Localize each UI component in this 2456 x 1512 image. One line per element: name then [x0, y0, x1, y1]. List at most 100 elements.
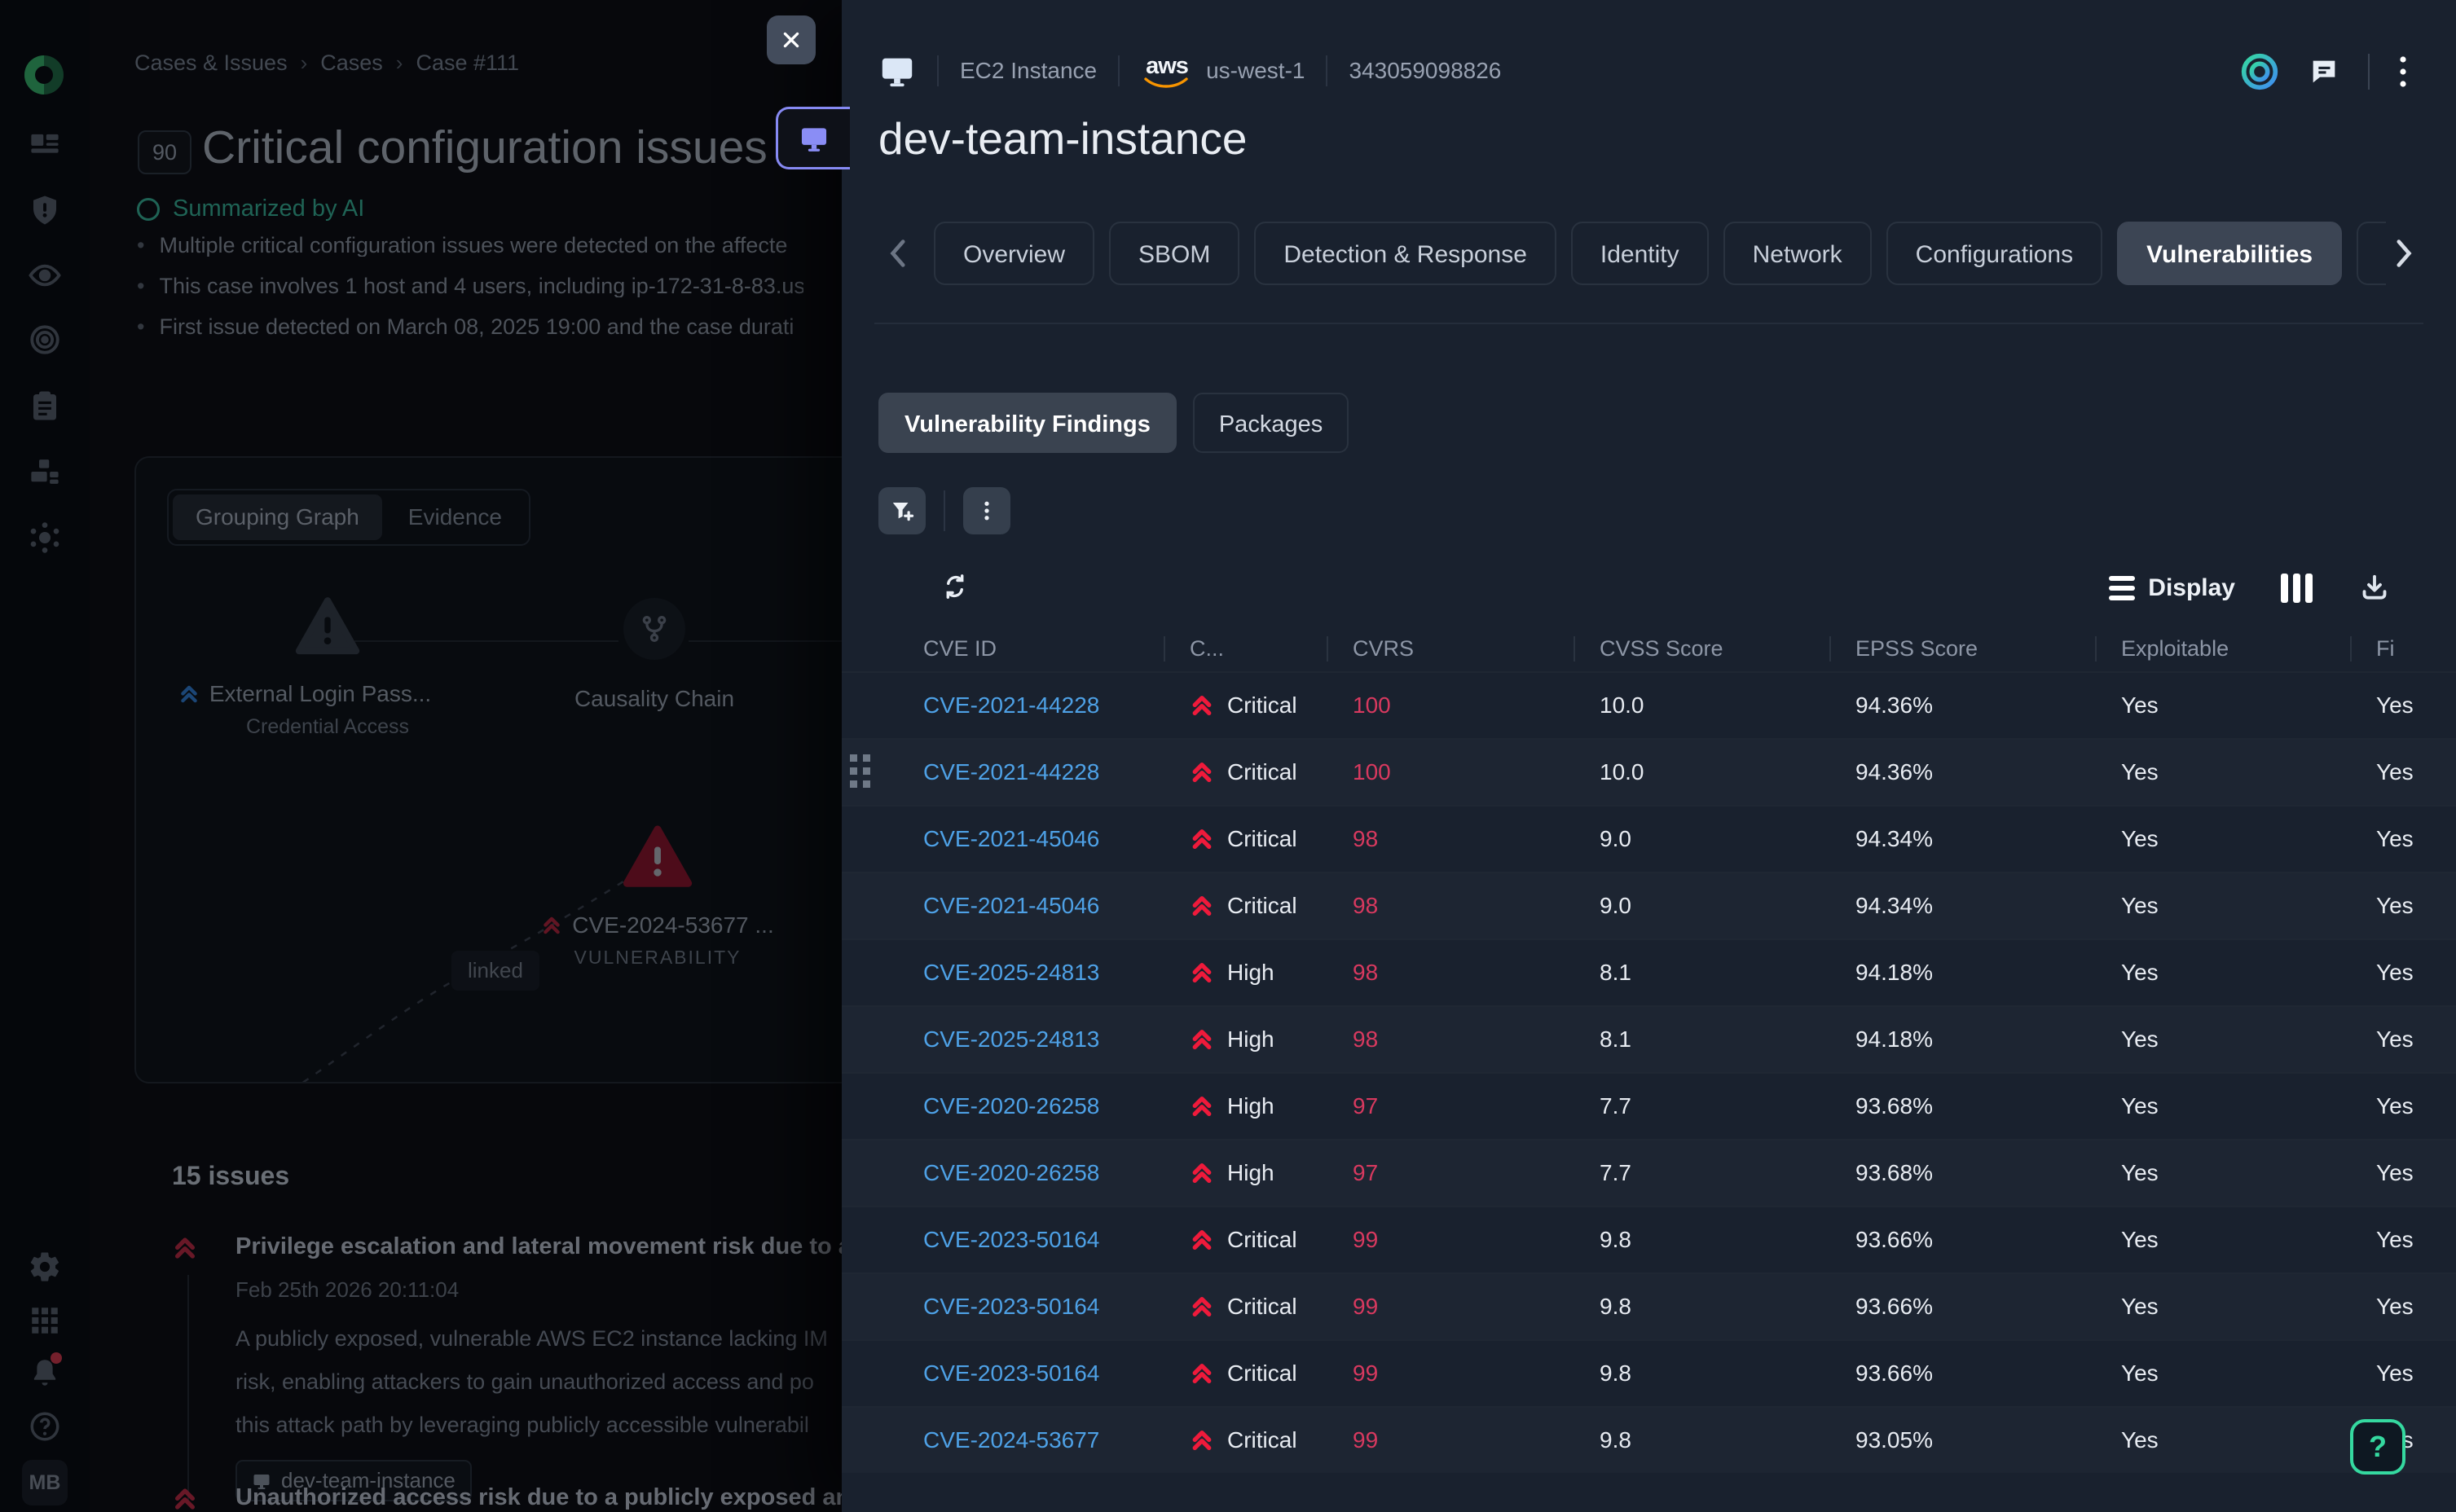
exploitable-value: Yes: [2121, 1427, 2159, 1453]
graph-node-alert[interactable]: External Login Pass... Credential Access: [258, 596, 397, 739]
subtab-packages[interactable]: Packages: [1193, 393, 1349, 453]
column-header[interactable]: Exploitable: [2095, 636, 2350, 662]
cvrs-value: 98: [1353, 826, 1378, 852]
tab-identity[interactable]: Identity: [1571, 222, 1709, 285]
cve-link[interactable]: CVE-2025-24813: [923, 1026, 1099, 1053]
fix-value: Yes: [2376, 1227, 2414, 1253]
table-row[interactable]: CVE-2025-24813High988.194.18%YesYes: [842, 938, 2456, 1005]
column-header[interactable]: C...: [1164, 636, 1327, 662]
issue-item[interactable]: Privilege escalation and lateral movemen…: [172, 1233, 845, 1501]
epss-value: 93.05%: [1855, 1427, 1933, 1453]
target-icon[interactable]: [26, 321, 64, 358]
tab-configurations[interactable]: Configurations: [1886, 222, 2102, 285]
cve-link[interactable]: CVE-2024-53677: [923, 1427, 1099, 1453]
column-header[interactable]: Fi: [2350, 636, 2456, 662]
avatar[interactable]: MB: [22, 1460, 68, 1505]
refresh-button[interactable]: [937, 569, 973, 604]
table-row[interactable]: CVE-2021-45046Critical989.094.34%YesYes: [842, 805, 2456, 872]
cvrs-value: 98: [1353, 1026, 1378, 1053]
breadcrumb-item[interactable]: Cases & Issues: [134, 51, 288, 76]
table-row[interactable]: CVE-2021-44228Critical10010.094.36%YesYe…: [842, 738, 2456, 805]
columns-button[interactable]: [2281, 574, 2313, 603]
cve-link[interactable]: CVE-2021-45046: [923, 826, 1099, 852]
table-row[interactable]: CVE-2020-26258High977.793.68%YesYes: [842, 1072, 2456, 1139]
tab-sbom[interactable]: SBOM: [1109, 222, 1239, 285]
table-row[interactable]: CVE-2025-24813High988.194.18%YesYes: [842, 1005, 2456, 1072]
graph-node-sublabel: VULNERABILITY: [574, 947, 742, 969]
cve-link[interactable]: CVE-2021-45046: [923, 893, 1099, 919]
add-filter-button[interactable]: [878, 487, 926, 534]
cve-link[interactable]: CVE-2020-26258: [923, 1160, 1099, 1186]
help-button[interactable]: ?: [2350, 1419, 2405, 1475]
chat-icon[interactable]: [2308, 55, 2340, 88]
tab-ac[interactable]: Ac: [2357, 222, 2386, 285]
hub-icon[interactable]: [26, 519, 64, 556]
close-drawer-button[interactable]: [767, 15, 816, 64]
close-icon: [781, 29, 802, 51]
ai-rings-icon[interactable]: [2239, 51, 2280, 92]
causality-chain-icon: [623, 598, 685, 660]
help-circle-icon[interactable]: [26, 1408, 64, 1445]
issue-title[interactable]: Privilege escalation and lateral movemen…: [235, 1233, 845, 1260]
tabs-scroll-left[interactable]: [878, 222, 916, 285]
column-header[interactable]: CVSS Score: [1574, 636, 1829, 662]
cve-link[interactable]: CVE-2023-50164: [923, 1227, 1099, 1253]
cve-link[interactable]: CVE-2020-26258: [923, 1093, 1099, 1119]
table-header-row: CVE IDC...CVRSCVSS ScoreEPSS ScoreExploi…: [842, 626, 2456, 671]
column-header[interactable]: EPSS Score: [1829, 636, 2095, 662]
breadcrumb-item[interactable]: Cases: [320, 51, 383, 76]
table-row[interactable]: CVE-2024-53677Critical999.893.05%YesYes: [842, 1406, 2456, 1473]
tabs-scroll-right[interactable]: [2386, 222, 2423, 285]
severity-icon: [1190, 1428, 1214, 1453]
brand-logo[interactable]: [23, 54, 65, 96]
drawer-handle-tab[interactable]: [776, 107, 850, 169]
org-blocks-icon[interactable]: [26, 453, 64, 490]
divider: [1118, 55, 1120, 86]
issue-title[interactable]: Unauthorized access risk due to a public…: [235, 1484, 845, 1511]
cve-link[interactable]: CVE-2021-44228: [923, 692, 1099, 719]
table-row[interactable]: CVE-2023-50164Critical999.893.66%YesYes: [842, 1272, 2456, 1339]
subtab-vulnerability-findings[interactable]: Vulnerability Findings: [878, 393, 1177, 453]
fix-value: Yes: [2376, 960, 2414, 986]
clipboard-icon[interactable]: [26, 387, 64, 424]
display-button[interactable]: Display: [2109, 574, 2235, 602]
apps-grid-icon[interactable]: [26, 1302, 64, 1339]
tab-vulnerabilities[interactable]: Vulnerabilities: [2117, 222, 2342, 285]
download-button[interactable]: [2358, 572, 2391, 604]
graph-node-cve[interactable]: CVE-2024-53677 ... VULNERABILITY: [580, 824, 735, 969]
ai-summary-header: Summarized by AI: [137, 196, 364, 222]
tab-network[interactable]: Network: [1723, 222, 1872, 285]
chevron-right-icon: ›: [396, 51, 403, 76]
asset-tabs: OverviewSBOMDetection & ResponseIdentity…: [934, 222, 2386, 285]
divider: [944, 490, 945, 531]
case-score-badge: 90: [138, 130, 191, 174]
breadcrumb-item[interactable]: Case #111: [416, 51, 519, 76]
cve-link[interactable]: CVE-2025-24813: [923, 960, 1099, 986]
table-menu-button[interactable]: [963, 487, 1010, 534]
column-header[interactable]: CVRS: [1327, 636, 1574, 662]
table-row[interactable]: CVE-2021-45046Critical989.094.34%YesYes: [842, 872, 2456, 938]
cve-link[interactable]: CVE-2023-50164: [923, 1294, 1099, 1320]
shield-alert-icon[interactable]: [26, 191, 64, 229]
graph-node-causality[interactable]: Causality Chain: [589, 598, 720, 712]
notifications-bell-icon[interactable]: [26, 1354, 64, 1391]
tab-overview[interactable]: Overview: [934, 222, 1094, 285]
cve-link[interactable]: CVE-2021-44228: [923, 759, 1099, 785]
ai-icon: [137, 198, 160, 221]
cvss-value: 9.0: [1600, 826, 1631, 852]
eye-icon[interactable]: [26, 257, 64, 294]
epss-value: 93.68%: [1855, 1160, 1933, 1186]
table-row[interactable]: CVE-2023-50164Critical999.893.66%YesYes: [842, 1339, 2456, 1406]
cve-link[interactable]: CVE-2023-50164: [923, 1360, 1099, 1387]
table-row[interactable]: CVE-2020-26258High977.793.68%YesYes: [842, 1139, 2456, 1206]
table-row[interactable]: CVE-2021-44228Critical10010.094.36%YesYe…: [842, 671, 2456, 738]
column-header[interactable]: CVE ID: [842, 636, 1164, 662]
tab-detection-response[interactable]: Detection & Response: [1254, 222, 1556, 285]
graph-edges: [136, 458, 956, 1082]
divider: [2368, 54, 2370, 90]
settings-gear-icon[interactable]: [26, 1248, 64, 1286]
table-row[interactable]: CVE-2023-50164Critical999.893.66%YesYes: [842, 1206, 2456, 1272]
kebab-menu-icon[interactable]: [2397, 54, 2409, 90]
issue-item[interactable]: Unauthorized access risk due to a public…: [172, 1484, 845, 1512]
dashboard-icon[interactable]: [26, 126, 64, 164]
